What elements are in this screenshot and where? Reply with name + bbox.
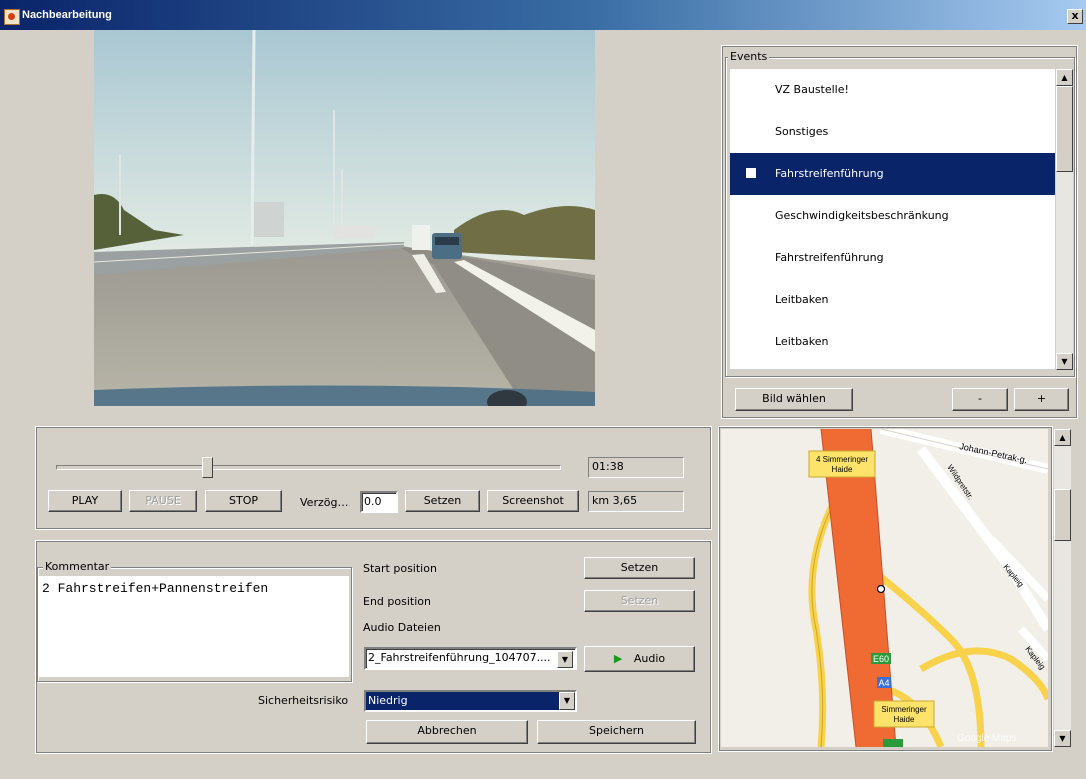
delay-input[interactable]: 0.0: [360, 491, 398, 513]
stop-button[interactable]: STOP: [205, 490, 282, 512]
map-scrollbar[interactable]: ▲ ▼: [1054, 429, 1071, 747]
video-frame: [94, 30, 595, 406]
comment-text[interactable]: 2 Fahrstreifen+Pannenstreifen: [42, 581, 268, 596]
set-end-button[interactable]: Setzen: [584, 590, 695, 612]
chevron-down-icon[interactable]: ▼: [559, 692, 575, 710]
road-e60-label: E60: [873, 654, 889, 664]
event-label: Leitbaken: [775, 293, 829, 306]
delay-label: Verzög…: [300, 496, 349, 509]
remove-event-button[interactable]: -: [952, 388, 1008, 411]
scroll-down-icon[interactable]: ▼: [1054, 730, 1071, 747]
scroll-down-icon[interactable]: ▼: [1056, 353, 1073, 370]
title-bar: Nachbearbeitung x: [0, 0, 1086, 30]
position-slider-track[interactable]: [56, 465, 561, 470]
event-label: Fahrstreifenführung: [775, 251, 884, 264]
set-start-button[interactable]: Setzen: [584, 557, 695, 579]
google-maps-watermark: Google Maps: [957, 733, 1016, 744]
events-scroll-thumb[interactable]: [1056, 86, 1073, 172]
audio-play-button[interactable]: ▶ Audio: [584, 646, 695, 672]
station2-label-line2: Haide: [894, 715, 915, 724]
screenshot-button[interactable]: Screenshot: [487, 490, 579, 512]
road-a4-label: A4: [878, 678, 889, 688]
event-list-item[interactable]: VZ Baustelle!: [730, 69, 1055, 111]
scroll-up-icon[interactable]: ▲: [1054, 429, 1071, 446]
risk-value: Niedrig: [366, 692, 559, 710]
delay-set-button[interactable]: Setzen: [405, 490, 480, 512]
java-app-icon: [4, 9, 20, 25]
map-view[interactable]: E60 A4 4 Simmeringer Haide Simmeringer H…: [721, 429, 1048, 747]
event-list-item[interactable]: Leitbaken: [730, 279, 1055, 321]
checkbox-icon[interactable]: [746, 168, 756, 178]
km-display: km 3,65: [588, 491, 684, 512]
event-label: Geschwindigkeitsbeschränkung: [775, 209, 949, 222]
audio-file-value: 2_Fahrstreifenführung_104707....: [368, 651, 551, 664]
event-label: Leitbaken: [775, 335, 829, 348]
audio-file-select[interactable]: 2_Fahrstreifenführung_104707.... ▼: [364, 647, 577, 670]
save-button[interactable]: Speichern: [537, 720, 696, 744]
audio-button-label: Audio: [633, 652, 666, 665]
events-legend: Events: [728, 50, 770, 63]
event-label: Fahrstreifenführung: [775, 167, 884, 180]
event-label: VZ Baustelle!: [775, 83, 849, 96]
map-image: E60 A4 4 Simmeringer Haide Simmeringer H…: [808, 429, 1048, 747]
event-list-item[interactable]: Leitbaken: [730, 321, 1055, 363]
comment-legend: Kommentar: [43, 560, 112, 573]
start-position-label: Start position: [363, 562, 437, 575]
end-position-label: End position: [363, 595, 431, 608]
station1-label-line2: Haide: [832, 465, 853, 474]
station2-label-line1: Simmeringer: [881, 705, 927, 714]
position-slider-thumb[interactable]: [201, 457, 213, 478]
audio-files-label: Audio Dateien: [363, 621, 441, 634]
cancel-button[interactable]: Abbrechen: [366, 720, 528, 744]
add-event-button[interactable]: +: [1014, 388, 1069, 411]
play-button[interactable]: PLAY: [48, 490, 122, 512]
play-icon: ▶: [613, 652, 623, 665]
choose-image-button[interactable]: Bild wählen: [735, 388, 853, 411]
event-list-item[interactable]: Sonstiges: [730, 111, 1055, 153]
event-label: Sonstiges: [775, 125, 829, 138]
event-list-item[interactable]: Fahrstreifenführung: [730, 237, 1055, 279]
chevron-down-icon[interactable]: ▼: [557, 651, 573, 668]
scroll-up-icon[interactable]: ▲: [1056, 69, 1073, 86]
video-image: [94, 30, 595, 406]
event-list-item[interactable]: Fahrstreifenführung: [730, 153, 1055, 195]
close-button[interactable]: x: [1067, 9, 1083, 24]
time-display: 01:38: [588, 457, 684, 478]
station1-label-line1: 4 Simmeringer: [816, 455, 868, 464]
map-scroll-thumb[interactable]: [1054, 489, 1071, 541]
events-list[interactable]: VZ Baustelle! Sonstiges Fahrstreifenführun…: [730, 69, 1055, 369]
events-scrollbar[interactable]: ▲ ▼: [1056, 69, 1073, 370]
window-title: Nachbearbeitung: [22, 9, 112, 21]
event-list-item[interactable]: Geschwindigkeitsbeschränkung: [730, 195, 1055, 237]
player-panel: [35, 426, 712, 530]
pause-button[interactable]: PAUSE: [129, 490, 197, 512]
risk-select[interactable]: Niedrig ▼: [364, 690, 577, 712]
risk-label: Sicherheitsrisiko: [258, 694, 349, 707]
